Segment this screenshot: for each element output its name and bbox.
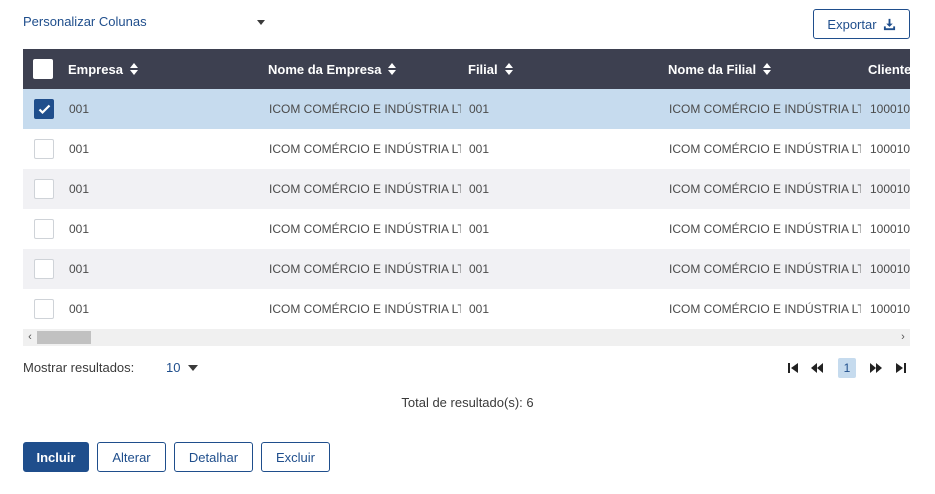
- cell-filial: 001: [469, 102, 490, 116]
- cell-nome-empresa: ICOM COMÉRCIO E INDÚSTRIA LTD.: [269, 182, 461, 196]
- table-row[interactable]: 001 ICOM COMÉRCIO E INDÚSTRIA LTD. 001 I…: [23, 289, 910, 329]
- cell-empresa: 001: [69, 222, 90, 236]
- cell-nome-empresa: ICOM COMÉRCIO E INDÚSTRIA LTD.: [269, 302, 461, 316]
- export-label: Exportar: [827, 16, 877, 32]
- cell-cliente: 100010: [870, 142, 910, 156]
- detail-button[interactable]: Detalhar: [174, 442, 253, 472]
- column-header-cliente[interactable]: Cliente: [868, 49, 910, 89]
- cell-cliente: 100010: [870, 222, 910, 236]
- select-all-checkbox[interactable]: [33, 59, 53, 79]
- page-number-button[interactable]: 1: [838, 358, 856, 378]
- row-checkbox[interactable]: [34, 299, 54, 319]
- sort-icon: [763, 63, 772, 75]
- table-row[interactable]: 001 ICOM COMÉRCIO E INDÚSTRIA LTD. 001 I…: [23, 169, 910, 209]
- column-header-nome-empresa[interactable]: Nome da Empresa: [268, 49, 397, 89]
- cell-nome-filial: ICOM COMÉRCIO E INDÚSTRIA LTD.: [669, 262, 861, 276]
- download-icon: [883, 18, 895, 30]
- horizontal-scrollbar[interactable]: ‹ ›: [23, 329, 910, 346]
- fast-forward-icon: [870, 363, 882, 373]
- page-size-value: 10: [166, 360, 181, 375]
- check-icon: [38, 104, 51, 115]
- last-page-icon: [896, 363, 906, 373]
- first-page-button[interactable]: [785, 359, 801, 377]
- cell-nome-empresa: ICOM COMÉRCIO E INDÚSTRIA LTD.: [269, 142, 461, 156]
- cell-cliente: 100010: [870, 262, 910, 276]
- cell-empresa: 001: [69, 102, 90, 116]
- scroll-right-icon[interactable]: ›: [896, 329, 910, 346]
- customize-columns-dropdown[interactable]: Personalizar Colunas: [23, 14, 265, 29]
- page-size-select[interactable]: 10: [166, 360, 199, 375]
- cell-empresa: 001: [69, 142, 90, 156]
- cell-filial: 001: [469, 142, 490, 156]
- grid-header: Empresa Nome da Empresa Filial Nome da F…: [23, 49, 910, 89]
- cell-nome-empresa: ICOM COMÉRCIO E INDÚSTRIA LTD.: [269, 102, 461, 116]
- delete-button[interactable]: Excluir: [261, 442, 330, 472]
- next-page-button[interactable]: [866, 359, 886, 377]
- sort-icon: [388, 63, 397, 75]
- row-checkbox[interactable]: [34, 259, 54, 279]
- table-row[interactable]: 001 ICOM COMÉRCIO E INDÚSTRIA LTD. 001 I…: [23, 129, 910, 169]
- cell-nome-empresa: ICOM COMÉRCIO E INDÚSTRIA LTD.: [269, 262, 461, 276]
- cell-filial: 001: [469, 302, 490, 316]
- edit-button[interactable]: Alterar: [97, 442, 166, 472]
- sort-icon: [129, 63, 138, 75]
- table-row[interactable]: 001 ICOM COMÉRCIO E INDÚSTRIA LTD. 001 I…: [23, 249, 910, 289]
- cell-nome-filial: ICOM COMÉRCIO E INDÚSTRIA LTD.: [669, 182, 861, 196]
- cell-empresa: 001: [69, 182, 90, 196]
- rewind-icon: [811, 363, 823, 373]
- table-row[interactable]: 001 ICOM COMÉRCIO E INDÚSTRIA LTD. 001 I…: [23, 209, 910, 249]
- cell-empresa: 001: [69, 262, 90, 276]
- cell-filial: 001: [469, 182, 490, 196]
- grid-body: 001 ICOM COMÉRCIO E INDÚSTRIA LTD. 001 I…: [23, 89, 910, 329]
- row-checkbox[interactable]: [34, 99, 54, 119]
- cell-nome-filial: ICOM COMÉRCIO E INDÚSTRIA LTD.: [669, 302, 861, 316]
- cell-filial: 001: [469, 222, 490, 236]
- table-row[interactable]: 001 ICOM COMÉRCIO E INDÚSTRIA LTD. 001 I…: [23, 89, 910, 129]
- column-header-empresa[interactable]: Empresa: [68, 49, 138, 89]
- cell-cliente: 100010: [870, 102, 910, 116]
- column-header-nome-filial[interactable]: Nome da Filial: [668, 49, 772, 89]
- scrollbar-thumb[interactable]: [37, 331, 91, 344]
- cell-empresa: 001: [69, 302, 90, 316]
- cell-nome-empresa: ICOM COMÉRCIO E INDÚSTRIA LTD.: [269, 222, 461, 236]
- customize-columns-label: Personalizar Colunas: [23, 14, 147, 29]
- sort-icon: [504, 63, 513, 75]
- chevron-down-icon: [257, 20, 265, 25]
- caret-down-icon: [188, 364, 199, 371]
- row-checkbox[interactable]: [34, 219, 54, 239]
- cell-nome-filial: ICOM COMÉRCIO E INDÚSTRIA LTD.: [669, 142, 861, 156]
- cell-cliente: 100010: [870, 302, 910, 316]
- scroll-left-icon[interactable]: ‹: [23, 329, 37, 346]
- column-header-filial[interactable]: Filial: [468, 49, 513, 89]
- include-button[interactable]: Incluir: [23, 442, 89, 472]
- cell-nome-filial: ICOM COMÉRCIO E INDÚSTRIA LTD.: [669, 222, 861, 236]
- show-results-label: Mostrar resultados:: [23, 360, 135, 375]
- total-results-label: Total de resultado(s): 6: [401, 395, 534, 410]
- export-button[interactable]: Exportar: [813, 9, 910, 39]
- first-page-icon: [788, 363, 798, 373]
- data-grid: Empresa Nome da Empresa Filial Nome da F…: [23, 49, 910, 346]
- last-page-button[interactable]: [893, 359, 909, 377]
- previous-page-button[interactable]: [807, 359, 827, 377]
- row-checkbox[interactable]: [34, 139, 54, 159]
- row-checkbox[interactable]: [34, 179, 54, 199]
- cell-filial: 001: [469, 262, 490, 276]
- cell-nome-filial: ICOM COMÉRCIO E INDÚSTRIA LTD.: [669, 102, 861, 116]
- cell-cliente: 100010: [870, 182, 910, 196]
